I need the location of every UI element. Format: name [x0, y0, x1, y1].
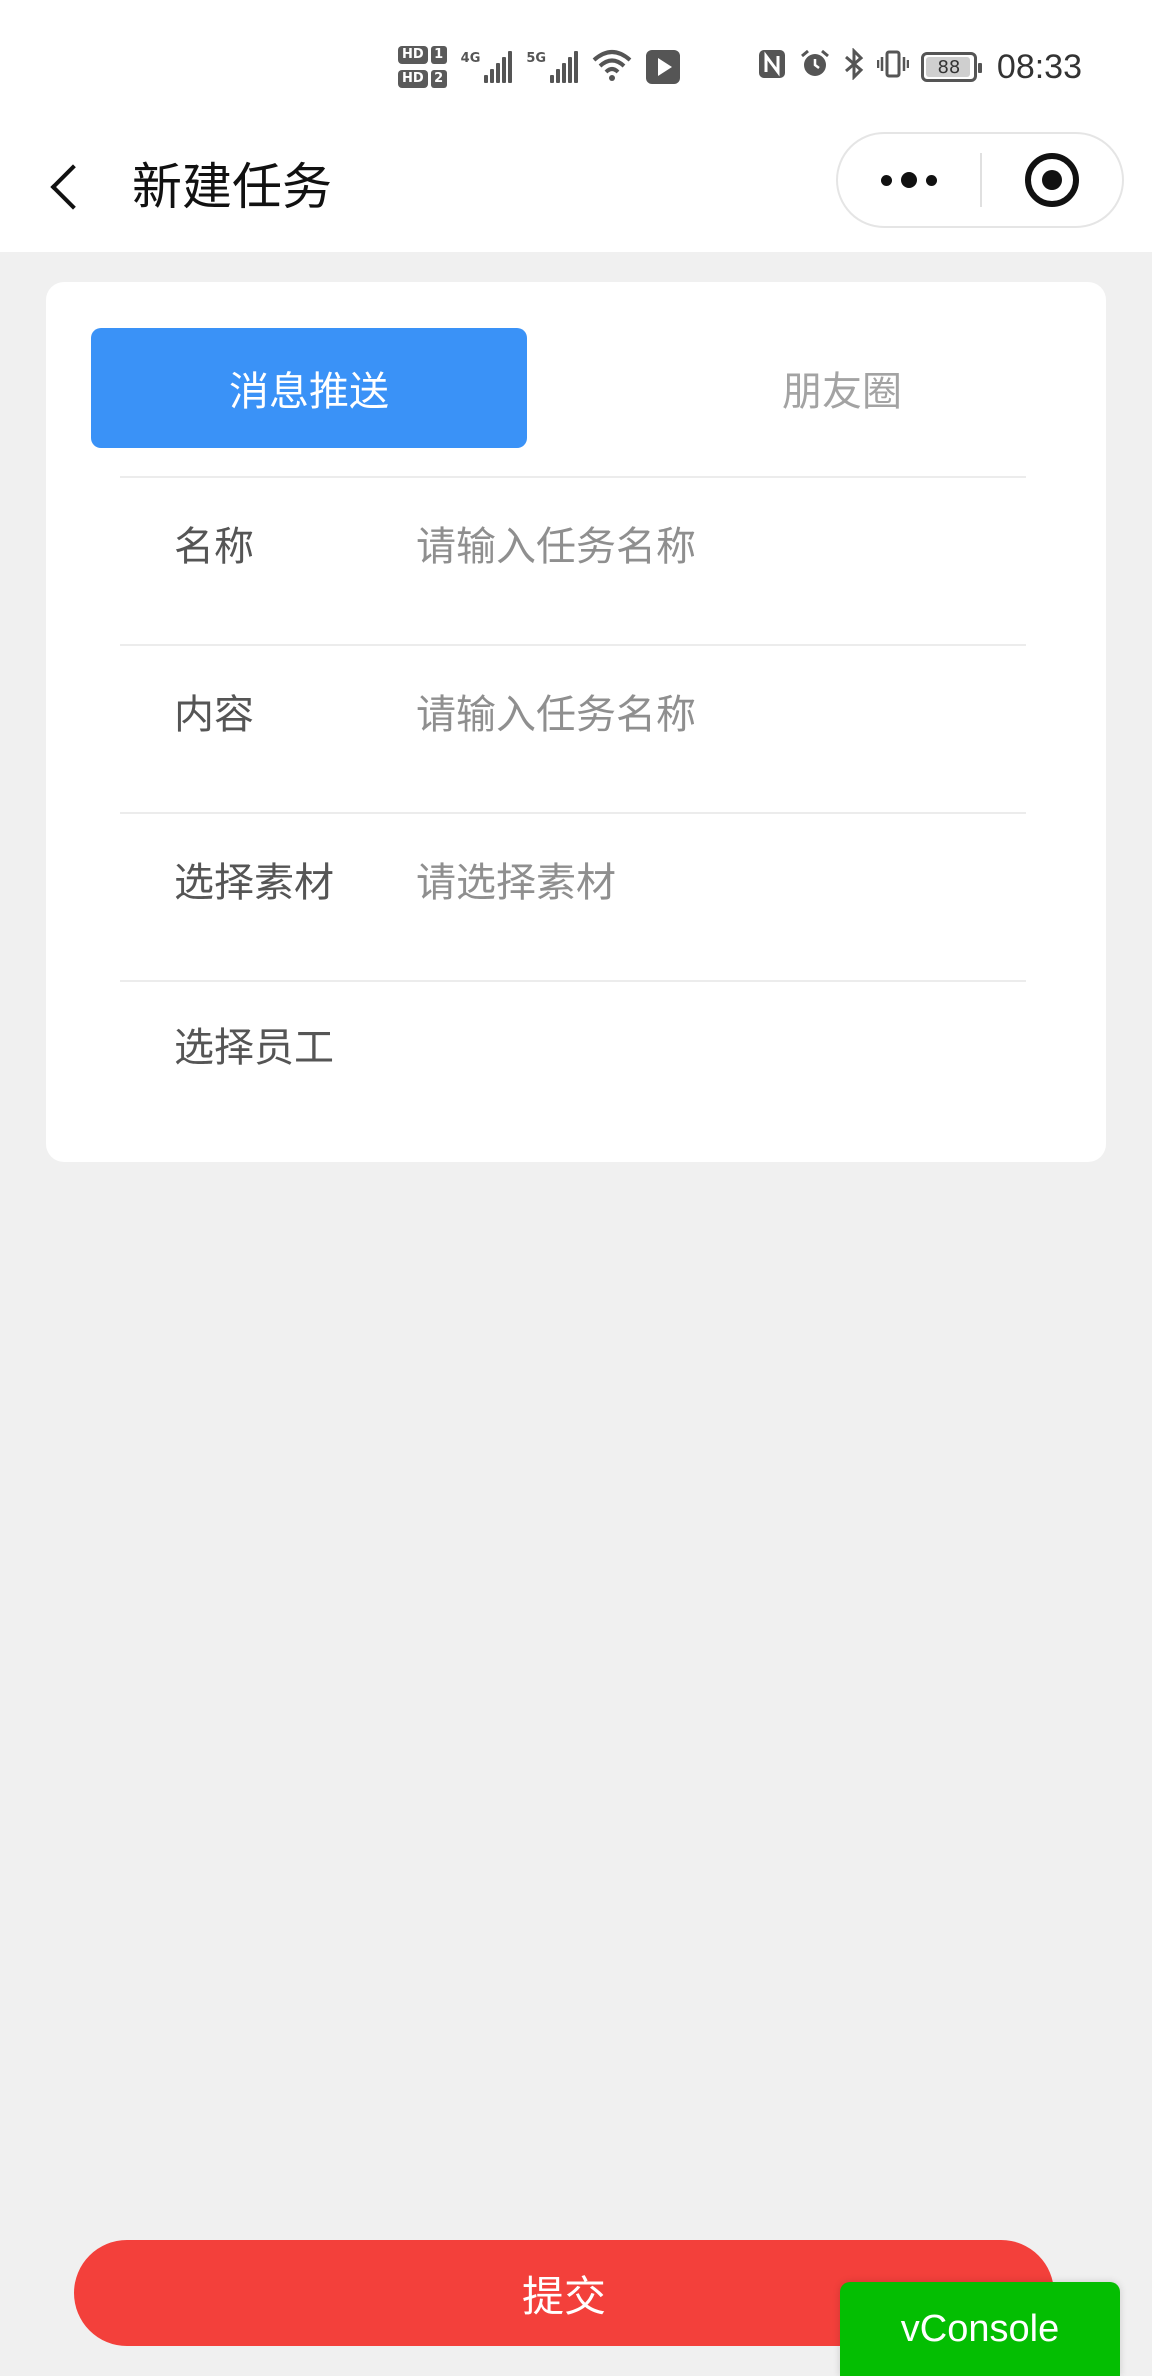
- hd2-num: 2: [430, 70, 447, 88]
- content-label: 内容: [174, 692, 254, 738]
- hd1-num: 1: [430, 46, 447, 64]
- form-row-name: 名称: [120, 476, 1026, 644]
- vconsole-button[interactable]: vConsole: [840, 2282, 1120, 2376]
- battery-icon: 88: [920, 52, 982, 82]
- back-button[interactable]: [36, 152, 96, 222]
- page-title: 新建任务: [132, 158, 332, 216]
- material-label: 选择素材: [174, 860, 334, 906]
- alarm-icon: [799, 48, 831, 86]
- status-bar: HD 1 HD 2 4G 5G 88 08:33: [0, 0, 1152, 130]
- mini-program-capsule: [836, 132, 1124, 228]
- form-row-content: 内容: [120, 644, 1026, 812]
- close-button[interactable]: [982, 134, 1122, 226]
- nav-bar: 新建任务: [0, 130, 1152, 252]
- tab-message-push[interactable]: 消息推送: [91, 328, 527, 448]
- form-row-staff[interactable]: 选择员工: [120, 980, 1026, 1140]
- hd1-label: HD: [398, 46, 428, 64]
- task-content-input[interactable]: [416, 680, 996, 750]
- name-label: 名称: [174, 524, 254, 570]
- signal-4g-icon: 4G: [461, 51, 513, 83]
- status-right: 88 08:33: [757, 42, 1082, 92]
- task-form-card: 消息推送 朋友圈 名称 内容 选择素材 请选择素材 选择员工: [46, 282, 1106, 1162]
- bluetooth-icon: [843, 47, 865, 86]
- hd-icon: HD 1 HD 2: [398, 46, 447, 88]
- tab-moments[interactable]: 朋友圈: [624, 328, 1060, 448]
- more-button[interactable]: [838, 134, 980, 226]
- app-notification-icon: [646, 50, 681, 84]
- target-circle-icon: [1025, 153, 1079, 207]
- battery-level: 88: [937, 56, 961, 78]
- hd2-label: HD: [398, 70, 428, 88]
- vibrate-icon: [876, 48, 910, 86]
- wifi-icon: [592, 48, 632, 86]
- net2-label: 5G: [526, 51, 547, 66]
- form-row-material: 选择素材 请选择素材: [120, 812, 1026, 980]
- clock: 08:33: [996, 47, 1082, 86]
- chevron-left-icon: [50, 164, 96, 210]
- net1-label: 4G: [460, 51, 481, 66]
- task-name-input[interactable]: [416, 512, 996, 582]
- nfc-icon: [757, 48, 787, 86]
- status-left: HD 1 HD 2 4G 5G: [398, 36, 681, 98]
- staff-label: 选择员工: [174, 1025, 334, 1071]
- signal-5g-icon: 5G: [526, 51, 579, 83]
- more-dots-icon: [881, 174, 892, 186]
- material-picker[interactable]: 请选择素材: [416, 814, 616, 952]
